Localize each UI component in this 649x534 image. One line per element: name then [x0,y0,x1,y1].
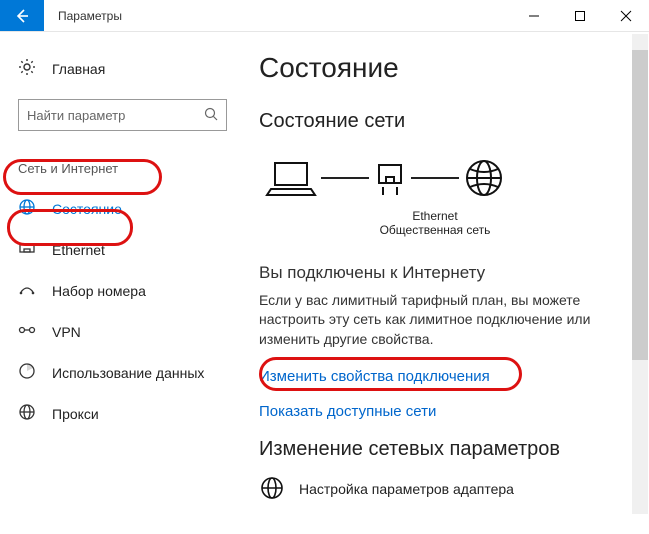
sidebar-item-dialup[interactable]: Набор номера [0,270,245,311]
connection-title: Вы подключены к Интернету [259,261,649,285]
sidebar-item-label: Набор номера [52,283,146,299]
sidebar-item-vpn[interactable]: VPN [0,311,245,352]
laptop-icon [265,159,317,197]
ethernet-icon [18,239,38,260]
search-icon [204,107,218,124]
back-button[interactable] [0,0,44,31]
sidebar-item-label: Состояние [52,201,122,217]
connection-body: Если у вас лимитный тарифный план, вы мо… [259,291,649,350]
proxy-icon [18,403,38,424]
page-title: Состояние [259,52,649,84]
diagram-labels: Ethernet Общественная сеть [245,209,649,237]
sidebar-home[interactable]: Главная [0,50,245,87]
search-placeholder: Найти параметр [27,108,204,123]
minimize-icon [528,10,540,22]
globe-icon [18,198,38,219]
main-panel: Состояние Состояние сети Ethernet Общест… [245,32,649,534]
sidebar-item-datausage[interactable]: Использование данных [0,352,245,393]
sidebar-item-proxy[interactable]: Прокси [0,393,245,434]
vpn-icon [18,321,38,342]
sidebar-item-ethernet[interactable]: Ethernet [0,229,245,270]
sidebar-category: Сеть и Интернет [0,155,245,182]
sidebar-item-status[interactable]: Состояние [0,188,245,229]
maximize-button[interactable] [557,0,603,31]
dialup-icon [18,280,38,301]
maximize-icon [574,10,586,22]
network-diagram [259,157,649,199]
section-change-params: Изменение сетевых параметров [259,438,649,461]
globe-icon [463,157,505,199]
adapter-label: Настройка параметров адаптера [299,481,514,497]
close-button[interactable] [603,0,649,31]
adapter-settings[interactable]: Настройка параметров адаптера [259,475,649,504]
adapter-icon [259,475,285,504]
arrow-left-icon [13,7,31,25]
close-icon [620,10,632,22]
search-input[interactable]: Найти параметр [18,99,227,131]
datausage-icon [18,362,38,383]
section-network-status: Состояние сети [259,110,649,133]
sidebar-item-label: Использование данных [52,365,204,381]
link-show-networks[interactable]: Показать доступные сети [259,403,649,420]
sidebar-home-label: Главная [52,61,105,77]
link-change-connection-props[interactable]: Изменить свойства подключения [259,368,649,385]
window-title: Параметры [44,0,511,31]
sidebar-item-label: VPN [52,324,81,340]
sidebar-item-label: Ethernet [52,242,105,258]
router-icon [373,159,407,197]
minimize-button[interactable] [511,0,557,31]
scrollbar-thumb[interactable] [632,50,648,360]
gear-icon [18,58,38,79]
sidebar: Главная Найти параметр Сеть и Интернет С… [0,32,245,534]
sidebar-item-label: Прокси [52,406,99,422]
